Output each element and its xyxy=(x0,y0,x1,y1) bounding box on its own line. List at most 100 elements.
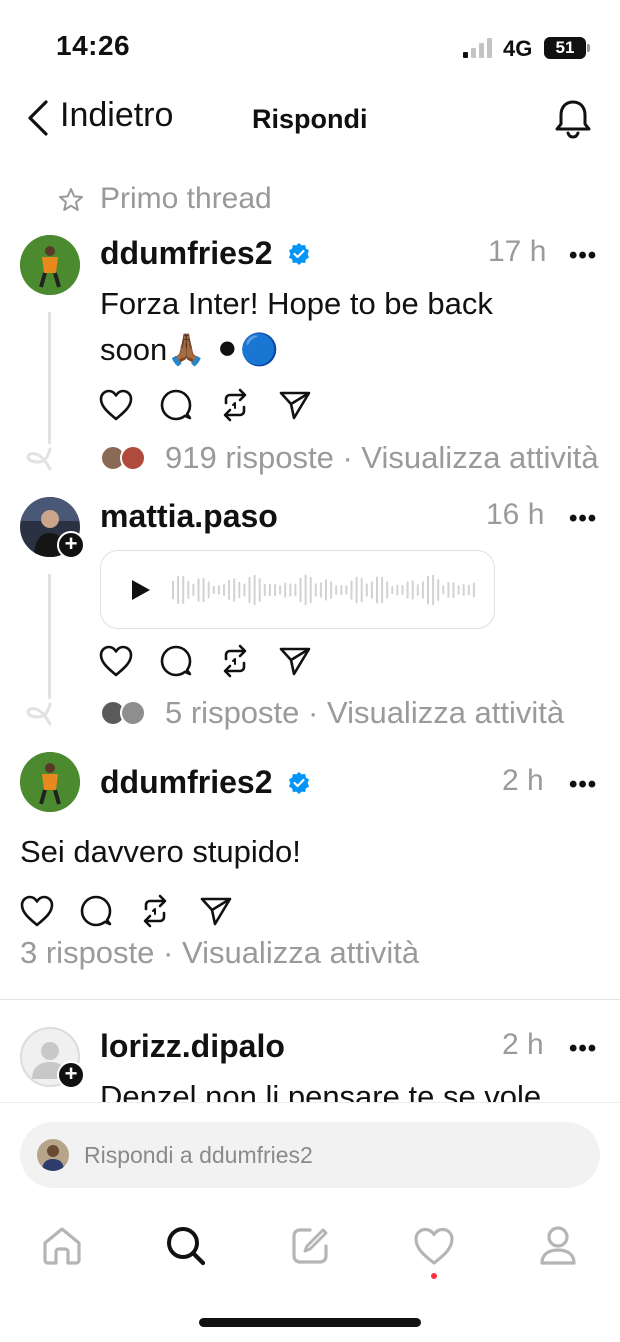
post-time: 17 h xyxy=(488,235,547,268)
post-time: 16 h xyxy=(486,498,545,531)
more-options-button[interactable]: ••• xyxy=(569,242,597,270)
waveform-bar xyxy=(447,582,450,598)
like-icon[interactable] xyxy=(99,389,133,421)
post-text: Denzel non li pensare te se vole xyxy=(100,1079,542,1102)
waveform-bar xyxy=(233,578,236,602)
waveform-bar xyxy=(411,580,414,600)
like-icon[interactable] xyxy=(20,895,54,927)
composer-divider xyxy=(0,1102,620,1103)
share-icon[interactable] xyxy=(279,646,311,676)
avatar xyxy=(37,1139,69,1171)
more-options-button[interactable]: ••• xyxy=(569,1035,597,1063)
waveform-bar xyxy=(350,580,353,600)
reply-input[interactable]: Rispondi a ddumfries2 xyxy=(84,1142,313,1169)
waveform-bar xyxy=(253,574,256,606)
waveform-bar xyxy=(289,583,292,597)
waveform-bar xyxy=(192,583,195,597)
battery-nub xyxy=(587,44,590,52)
more-options-button[interactable]: ••• xyxy=(569,771,597,799)
post-partial: + lorizz.dipalo 2 h ••• Denzel non li pe… xyxy=(0,1000,620,1102)
follow-plus-button[interactable]: + xyxy=(57,1061,85,1089)
home-icon[interactable] xyxy=(41,1226,83,1266)
like-icon[interactable] xyxy=(99,645,133,677)
play-icon[interactable] xyxy=(129,579,151,601)
post-text-line: Forza Inter! Hope to be back xyxy=(100,286,493,321)
profile-icon[interactable] xyxy=(538,1225,578,1267)
waveform-bar xyxy=(243,583,246,597)
compose-icon[interactable] xyxy=(290,1226,330,1266)
waveform-bar xyxy=(381,576,384,604)
waveform-bar xyxy=(197,578,200,602)
network-type: 4G xyxy=(503,36,533,61)
waveform-bar xyxy=(365,583,368,597)
more-options-button[interactable]: ••• xyxy=(569,505,597,533)
waveform-bar xyxy=(427,575,429,605)
waveform-bar xyxy=(401,584,404,595)
search-icon[interactable] xyxy=(165,1225,207,1267)
waveform-bar xyxy=(376,576,378,604)
waveform-bar xyxy=(284,582,287,598)
repost-icon[interactable] xyxy=(219,388,251,422)
waveform-bar xyxy=(309,576,312,604)
thread-loop-icon xyxy=(24,701,54,727)
post-text-line: soon🙏🏾 ⚫🔵 xyxy=(100,332,280,367)
post-username[interactable]: ddumfries2 xyxy=(100,235,272,272)
waveform-bar xyxy=(238,581,241,599)
post-time: 2 h xyxy=(502,764,544,797)
repost-icon[interactable] xyxy=(219,644,251,678)
chevron-left-icon xyxy=(28,100,48,136)
waveform-bar xyxy=(182,575,185,605)
verified-badge-icon xyxy=(288,243,310,265)
battery-icon: 51 xyxy=(544,37,586,59)
waveform-bar xyxy=(258,578,261,602)
post-text: Sei davvero stupido! xyxy=(20,834,301,869)
bell-icon[interactable] xyxy=(554,99,592,139)
status-time: 14:26 xyxy=(56,30,131,61)
waveform-bar xyxy=(304,574,307,606)
waveform-bar xyxy=(442,585,445,595)
waveform xyxy=(172,569,478,611)
waveform-bar xyxy=(386,581,389,599)
waveform-bar xyxy=(330,581,333,599)
page-title: Rispondi xyxy=(252,104,368,134)
waveform-bar xyxy=(406,581,409,599)
replies-link[interactable]: 3 risposte · Visualizza attività xyxy=(20,935,419,971)
post-username[interactable]: ddumfries2 xyxy=(100,764,272,801)
back-label[interactable]: Indietro xyxy=(60,96,173,135)
repost-icon[interactable] xyxy=(139,894,171,928)
heart-icon[interactable] xyxy=(413,1227,455,1265)
star-icon xyxy=(58,187,84,213)
waveform-bar xyxy=(472,582,475,598)
waveform-bar xyxy=(457,585,460,595)
avatar[interactable] xyxy=(20,752,80,812)
replies-link[interactable]: 919 risposte · Visualizza attività xyxy=(165,440,620,476)
waveform-bar xyxy=(268,583,271,597)
waveform-bar xyxy=(335,585,338,595)
waveform-bar xyxy=(416,584,419,596)
post-username[interactable]: mattia.paso xyxy=(100,498,278,535)
post-time: 2 h xyxy=(502,1028,544,1061)
comment-icon[interactable] xyxy=(80,895,112,927)
post-username[interactable]: lorizz.dipalo xyxy=(100,1028,285,1065)
comment-icon[interactable] xyxy=(160,389,192,421)
waveform-bar xyxy=(187,580,190,600)
waveform-bar xyxy=(172,580,174,600)
reply-avatars xyxy=(100,445,148,471)
share-icon[interactable] xyxy=(279,390,311,420)
avatar[interactable] xyxy=(20,235,80,295)
waveform-bar xyxy=(207,581,210,599)
waveform-bar xyxy=(437,579,440,601)
follow-plus-button[interactable]: + xyxy=(57,531,85,559)
replies-link[interactable]: 5 risposte · Visualizza attività xyxy=(165,695,564,731)
waveform-bar xyxy=(340,584,343,596)
waveform-bar xyxy=(325,579,327,601)
thread-label: Primo thread xyxy=(100,182,272,215)
comment-icon[interactable] xyxy=(160,645,192,677)
waveform-bar xyxy=(462,583,465,596)
waveform-bar xyxy=(274,583,276,597)
waveform-bar xyxy=(294,583,297,597)
waveform-bar xyxy=(391,586,394,594)
share-icon[interactable] xyxy=(200,896,232,926)
thread-line xyxy=(48,574,51,699)
waveform-bar xyxy=(467,584,470,596)
